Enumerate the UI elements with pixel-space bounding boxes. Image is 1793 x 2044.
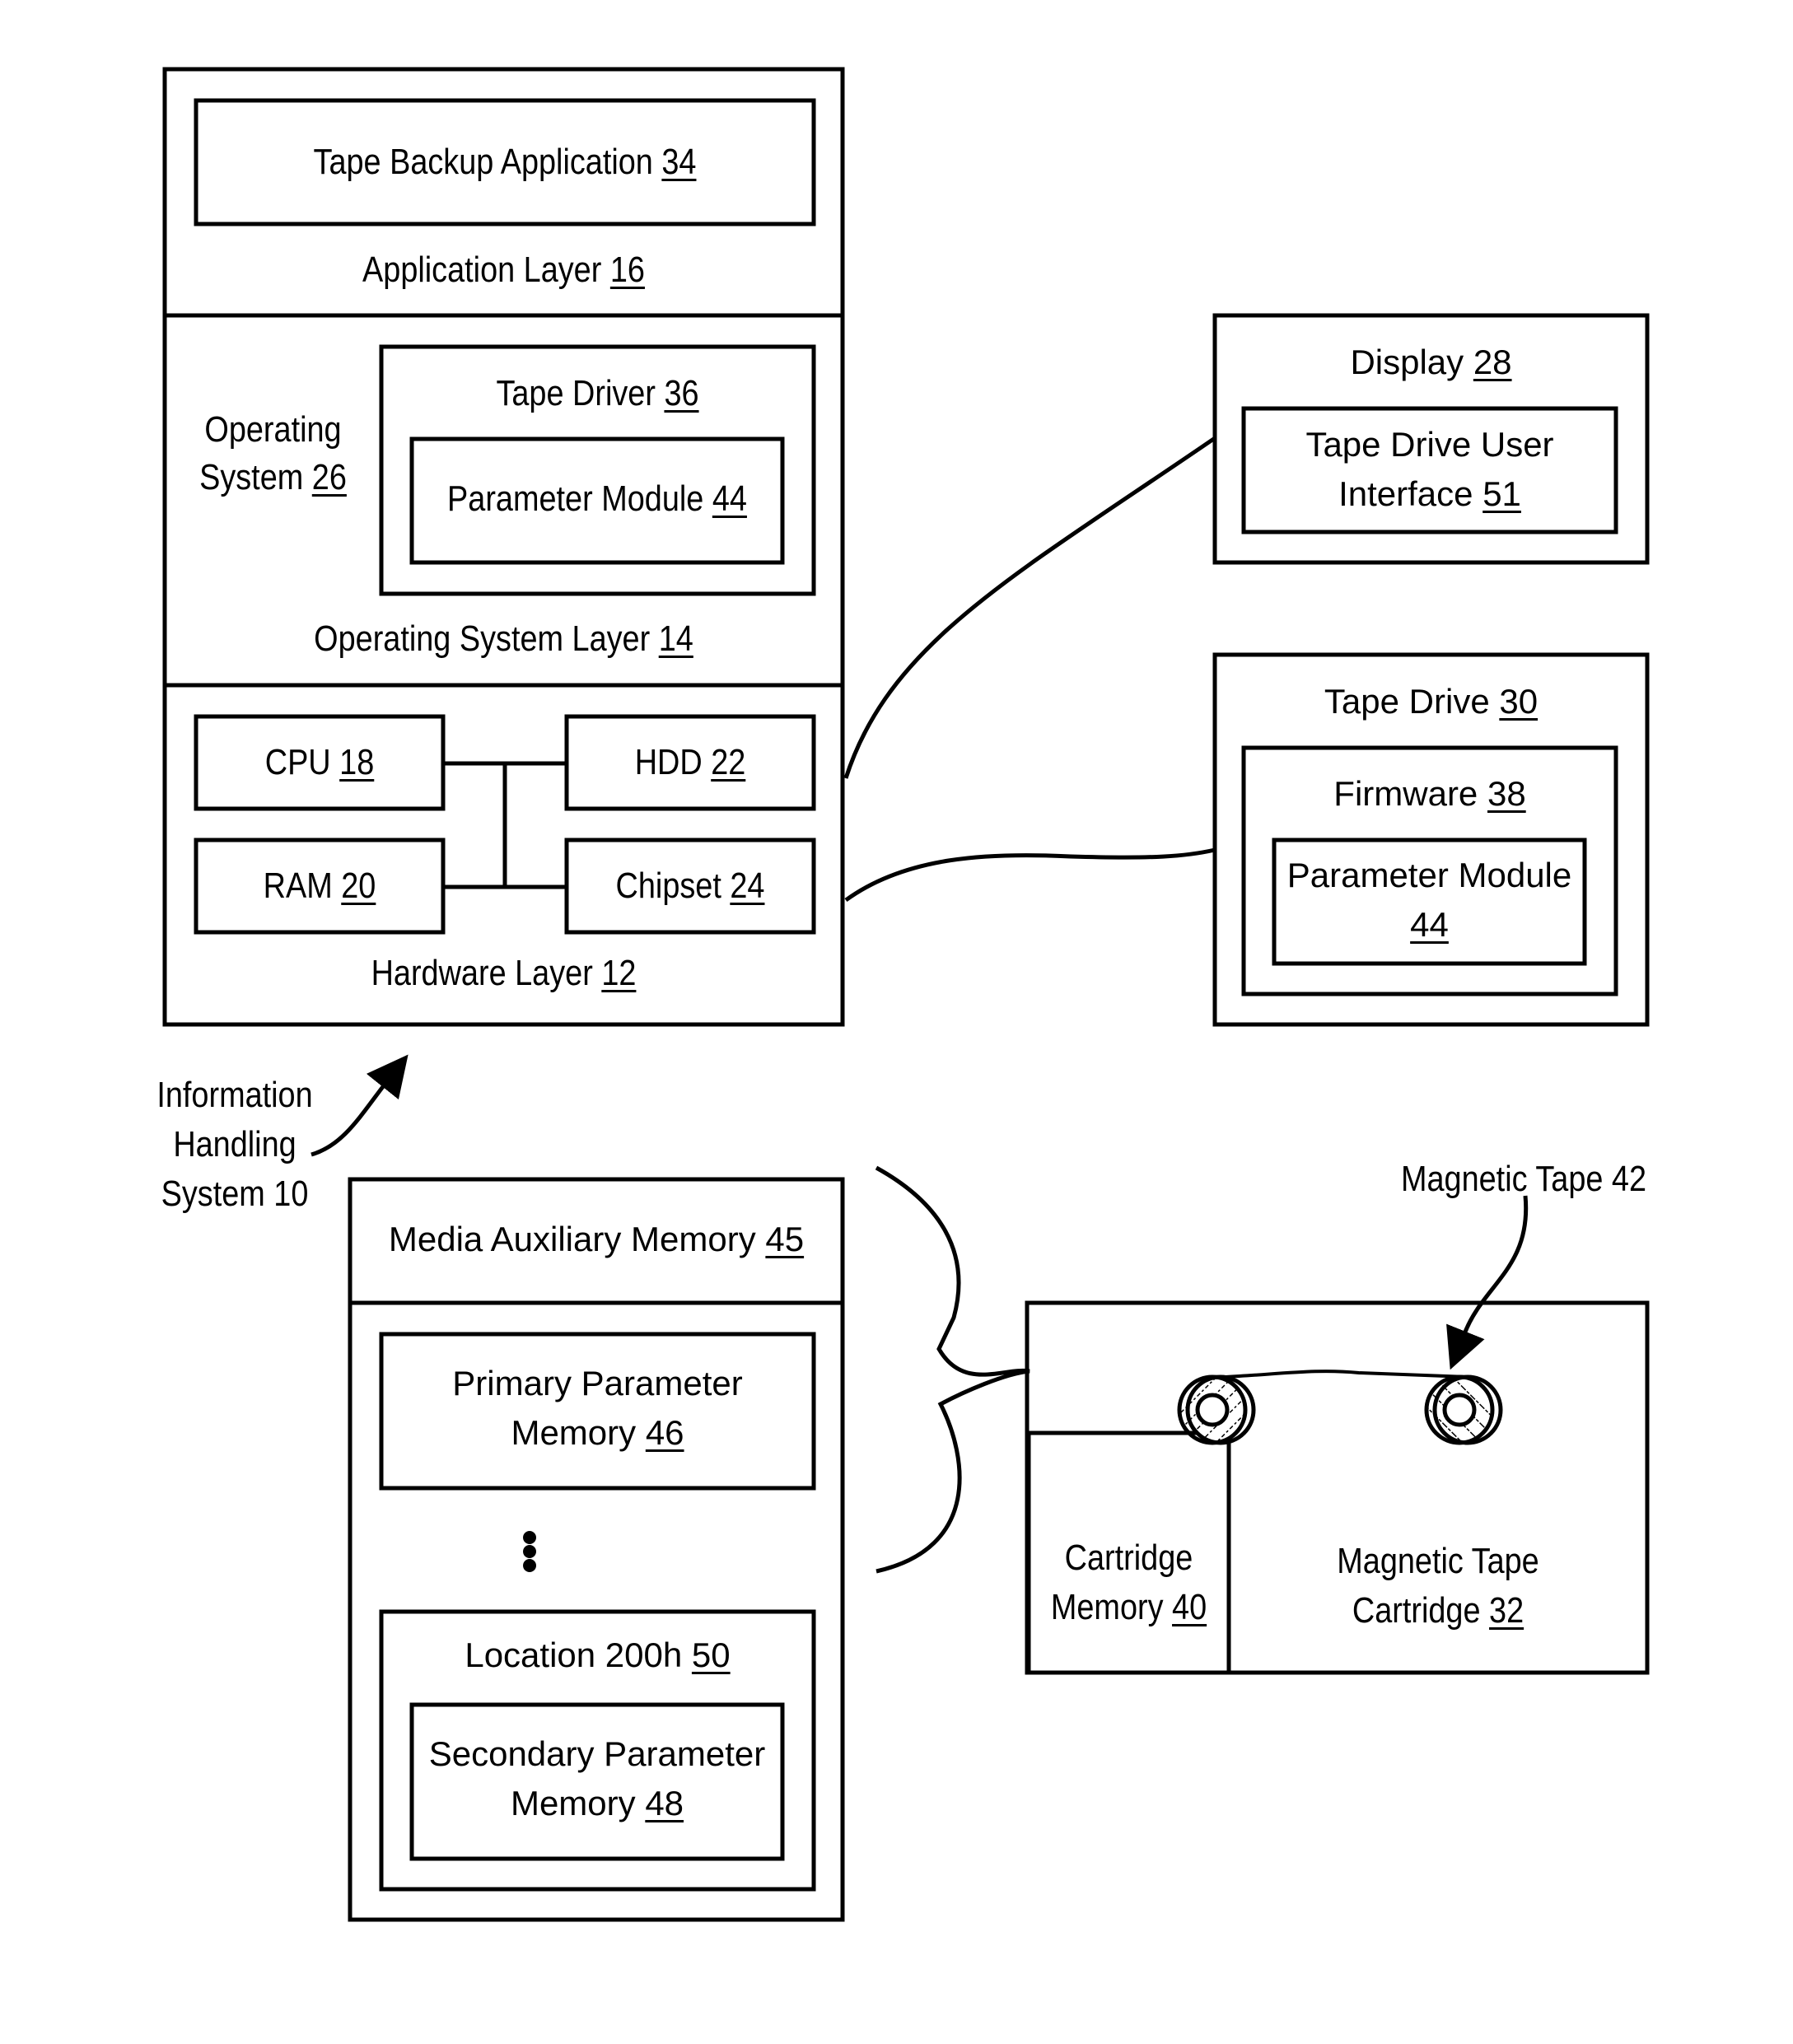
left-reel — [1177, 1374, 1256, 1445]
magnetic-tape-label: Magnetic Tape 42 — [1400, 1159, 1647, 1199]
cartridge-label: Magnetic Tape Cartridge 32 — [1337, 1541, 1539, 1631]
tape-driver-label: Tape Driver 36 — [496, 373, 699, 413]
cartridge-memory-label: Cartridge Memory 40 — [1050, 1538, 1207, 1627]
secondary-param-memory-label: Secondary Parameter Memory 48 — [428, 1734, 766, 1822]
firmware-label: Firmware 38 — [1333, 774, 1526, 813]
tape-drive-ui-label: Tape Drive User Interface 51 — [1305, 425, 1554, 513]
hardware-bus — [443, 761, 567, 889]
hardware-layer-label: Hardware Layer 12 — [371, 953, 637, 993]
tape-backup-application-label: Tape Backup Application 34 — [313, 142, 697, 182]
application-layer-label: Application Layer 16 — [362, 250, 645, 290]
cpu-label: CPU 18 — [264, 742, 375, 782]
media-aux-memory-label: Media Auxiliary Memory 45 — [388, 1220, 805, 1258]
ellipsis-dot — [523, 1531, 536, 1544]
tape-drive-label: Tape Drive 30 — [1324, 682, 1539, 721]
os-parameter-module-label: Parameter Module 44 — [447, 478, 747, 519]
display-label: Display 28 — [1350, 343, 1512, 381]
location-label: Location 200h 50 — [465, 1636, 731, 1674]
tape-drive-connector — [844, 847, 1216, 903]
information-handling-system-label: Information Handling System 10 — [156, 1075, 313, 1214]
brace-connector — [875, 1165, 1030, 1574]
right-reel — [1424, 1374, 1503, 1445]
os-layer-label: Operating System Layer 14 — [314, 618, 693, 659]
ihs-pointer-arrow — [311, 1054, 409, 1157]
operating-system-label: Operating System 26 — [199, 409, 347, 497]
ram-label: RAM 20 — [263, 866, 376, 906]
magnetic-tape-path — [1225, 1370, 1468, 1379]
ellipsis-dot — [523, 1545, 536, 1558]
primary-param-memory-label: Primary Parameter Memory 46 — [452, 1364, 743, 1452]
magnetic-tape-pointer-arrow — [1446, 1195, 1529, 1370]
hdd-label: HDD 22 — [634, 742, 746, 782]
chipset-label: Chipset 24 — [615, 866, 765, 906]
diagram-canvas — [162, 67, 1650, 1922]
ellipsis-dot — [523, 1559, 536, 1572]
display-connector — [843, 436, 1216, 779]
firmware-parameter-module-label: Parameter Module 44 — [1286, 856, 1572, 944]
